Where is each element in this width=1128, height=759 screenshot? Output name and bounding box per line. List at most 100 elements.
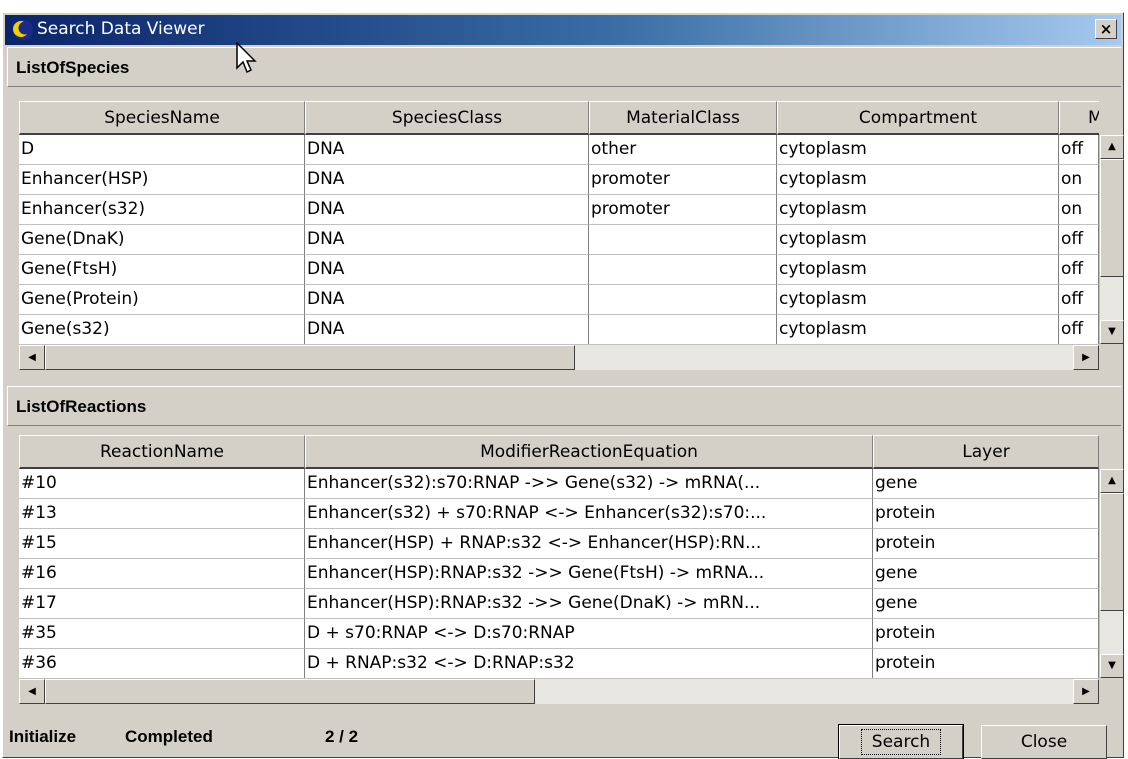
table-row[interactable]: Gene(FtsH) DNA cytoplasm off	[19, 255, 1099, 285]
close-button[interactable]: Close	[981, 725, 1107, 759]
reactions-section-header: ListOfReactions	[7, 386, 1121, 426]
species-table-header: SpeciesName SpeciesClass MaterialClass C…	[19, 101, 1099, 135]
cell-layer: protein	[873, 529, 1099, 559]
cell-speciesname: Gene(FtsH)	[19, 255, 305, 285]
cell-modifierreactionequation: Enhancer(s32):s70:RNAP ->> Gene(s32) -> …	[305, 469, 873, 499]
column-header-m[interactable]: M	[1059, 101, 1099, 135]
search-button-label: Search	[860, 729, 942, 755]
column-header-speciesname[interactable]: SpeciesName	[19, 101, 305, 135]
scroll-right-button[interactable]: ▶	[1073, 679, 1099, 704]
right-arrow-icon: ▶	[1082, 685, 1090, 697]
cell-reactionname: #16	[19, 559, 305, 589]
table-row[interactable]: #13 Enhancer(s32) + s70:RNAP <-> Enhance…	[19, 499, 1099, 529]
down-arrow-icon: ▼	[1108, 326, 1116, 337]
reactions-vertical-scroll-thumb[interactable]	[1100, 493, 1124, 611]
column-header-reactionname[interactable]: ReactionName	[19, 435, 305, 469]
table-row[interactable]: #16 Enhancer(HSP):RNAP:s32 ->> Gene(FtsH…	[19, 559, 1099, 589]
scroll-down-button[interactable]: ▼	[1100, 654, 1124, 678]
status-progress-count: 2 / 2	[325, 727, 359, 746]
table-row[interactable]: #36 D + RNAP:s32 <-> D:RNAP:s32 protein	[19, 649, 1099, 678]
cell-layer: protein	[873, 649, 1099, 678]
cell-m: off	[1059, 135, 1099, 165]
cell-materialclass	[589, 225, 777, 255]
species-vertical-scroll-thumb[interactable]	[1100, 159, 1124, 277]
cell-modifierreactionequation: Enhancer(HSP):RNAP:s32 ->> Gene(FtsH) ->…	[305, 559, 873, 589]
cell-compartment: cytoplasm	[777, 315, 1059, 344]
left-arrow-icon: ◀	[28, 351, 36, 363]
species-horizontal-scroll-thumb[interactable]	[45, 345, 575, 370]
mouse-pointer-icon	[236, 42, 257, 74]
cell-materialclass	[589, 315, 777, 344]
table-row[interactable]: #17 Enhancer(HSP):RNAP:s32 ->> Gene(DnaK…	[19, 589, 1099, 619]
table-row[interactable]: Gene(Protein) DNA cytoplasm off	[19, 285, 1099, 315]
table-row[interactable]: D DNA other cytoplasm off	[19, 135, 1099, 165]
column-header-speciesclass[interactable]: SpeciesClass	[305, 101, 589, 135]
left-arrow-icon: ◀	[28, 685, 36, 697]
scroll-up-button[interactable]: ▲	[1100, 135, 1124, 159]
status-completed-label: Completed	[125, 727, 213, 746]
cell-reactionname: #17	[19, 589, 305, 619]
cell-speciesclass: DNA	[305, 165, 589, 195]
reactions-horizontal-scroll-thumb[interactable]	[45, 679, 535, 704]
close-window-button[interactable]: ×	[1095, 19, 1117, 39]
species-horizontal-scrollbar[interactable]: ◀ ▶	[19, 344, 1099, 370]
scroll-left-button[interactable]: ◀	[19, 345, 45, 370]
scroll-down-button[interactable]: ▼	[1100, 320, 1124, 344]
cell-speciesname: Enhancer(s32)	[19, 195, 305, 225]
cell-speciesclass: DNA	[305, 225, 589, 255]
cell-materialclass: promoter	[589, 195, 777, 225]
reactions-table-body: #10 Enhancer(s32):s70:RNAP ->> Gene(s32)…	[19, 469, 1099, 678]
cell-speciesname: Gene(s32)	[19, 315, 305, 344]
cell-compartment: cytoplasm	[777, 195, 1059, 225]
cell-compartment: cytoplasm	[777, 165, 1059, 195]
cell-modifierreactionequation: D + s70:RNAP <-> D:s70:RNAP	[305, 619, 873, 649]
species-table-body: D DNA other cytoplasm off Enhancer(HSP) …	[19, 135, 1099, 344]
cell-speciesclass: DNA	[305, 195, 589, 225]
table-row[interactable]: Enhancer(s32) DNA promoter cytoplasm on	[19, 195, 1099, 225]
table-row[interactable]: #15 Enhancer(HSP) + RNAP:s32 <-> Enhance…	[19, 529, 1099, 559]
cell-materialclass	[589, 255, 777, 285]
cell-modifierreactionequation: Enhancer(HSP):RNAP:s32 ->> Gene(DnaK) ->…	[305, 589, 873, 619]
up-arrow-icon: ▲	[1108, 475, 1116, 486]
cell-compartment: cytoplasm	[777, 285, 1059, 315]
column-header-layer[interactable]: Layer	[873, 435, 1099, 469]
reactions-section-title: ListOfReactions	[16, 397, 147, 416]
scroll-right-button[interactable]: ▶	[1073, 345, 1099, 370]
window-title: Search Data Viewer	[37, 19, 205, 39]
species-section-header: ListOfSpecies	[7, 47, 1121, 87]
right-arrow-icon: ▶	[1082, 351, 1090, 363]
scroll-left-button[interactable]: ◀	[19, 679, 45, 704]
cell-speciesclass: DNA	[305, 135, 589, 165]
cell-m: on	[1059, 165, 1099, 195]
close-button-label: Close	[1020, 732, 1068, 752]
cell-materialclass	[589, 285, 777, 315]
species-section-title: ListOfSpecies	[16, 58, 130, 77]
title-bar[interactable]: Search Data Viewer ×	[5, 15, 1121, 45]
cell-speciesname: D	[19, 135, 305, 165]
species-table: SpeciesName SpeciesClass MaterialClass C…	[19, 101, 1099, 344]
table-row[interactable]: #10 Enhancer(s32):s70:RNAP ->> Gene(s32)…	[19, 469, 1099, 499]
cell-reactionname: #13	[19, 499, 305, 529]
reactions-horizontal-scrollbar[interactable]: ◀ ▶	[19, 678, 1099, 704]
cell-modifierreactionequation: Enhancer(HSP) + RNAP:s32 <-> Enhancer(HS…	[305, 529, 873, 559]
cell-m: off	[1059, 225, 1099, 255]
scroll-up-button[interactable]: ▲	[1100, 469, 1124, 493]
column-header-compartment[interactable]: Compartment	[777, 101, 1059, 135]
reactions-vertical-scrollbar[interactable]: ▲ ▼	[1099, 469, 1124, 678]
app-logo-icon	[11, 19, 35, 41]
table-row[interactable]: #35 D + s70:RNAP <-> D:s70:RNAP protein	[19, 619, 1099, 649]
column-header-materialclass[interactable]: MaterialClass	[589, 101, 777, 135]
table-row[interactable]: Gene(s32) DNA cytoplasm off	[19, 315, 1099, 344]
search-button[interactable]: Search	[838, 724, 964, 759]
species-vertical-scrollbar[interactable]: ▲ ▼	[1099, 135, 1124, 344]
reactions-table-header: ReactionName ModifierReactionEquation La…	[19, 435, 1099, 469]
column-header-modifierreactionequation[interactable]: ModifierReactionEquation	[305, 435, 873, 469]
cell-m: off	[1059, 315, 1099, 344]
cell-compartment: cytoplasm	[777, 255, 1059, 285]
table-row[interactable]: Gene(DnaK) DNA cytoplasm off	[19, 225, 1099, 255]
table-row[interactable]: Enhancer(HSP) DNA promoter cytoplasm on	[19, 165, 1099, 195]
cell-modifierreactionequation: D + RNAP:s32 <-> D:RNAP:s32	[305, 649, 873, 678]
cell-speciesclass: DNA	[305, 315, 589, 344]
cell-speciesclass: DNA	[305, 255, 589, 285]
close-icon: ×	[1099, 19, 1113, 38]
